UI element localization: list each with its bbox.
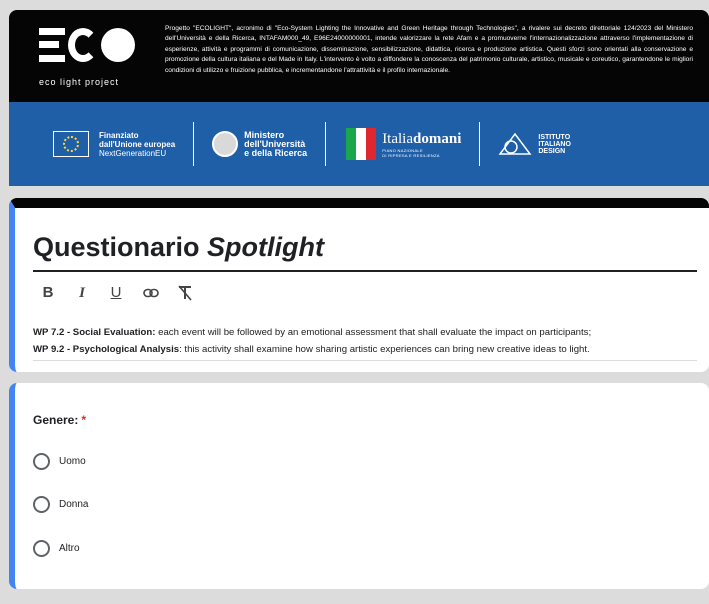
option-label: Uomo: [59, 456, 86, 467]
divider: [479, 122, 481, 166]
ministry-seal-icon: [212, 131, 239, 157]
form-title-card: Questionario Spotlight B I U WP 7.2 - So…: [9, 198, 709, 372]
link-button[interactable]: [143, 284, 159, 302]
form-description: WP 7.2 - Social Evaluation: each event w…: [33, 324, 697, 358]
title-main: Questionario: [33, 232, 208, 262]
eu-line2: dall'Unione europea: [99, 139, 176, 149]
italiadomani-partner-logo: Italiadomani PIANO NAZIONALE DI RIPRESA …: [344, 124, 461, 164]
link-icon: [143, 288, 159, 298]
iid-partner-logo: ISTITUTO ITALIANO DESIGN: [498, 132, 571, 156]
ministry-partner-logo: Ministero dell'Università e della Ricerc…: [212, 130, 308, 158]
italia-prefix: Italia: [382, 130, 414, 147]
iid-triangle-icon: [498, 132, 532, 155]
eco-logo-mark-icon: [39, 26, 155, 64]
eu-partner-logo: Finanziato dall'Unione europea NextGener…: [53, 131, 175, 158]
title-italic: Spotlight: [207, 232, 324, 262]
italia-suffix: domani: [413, 130, 462, 147]
underline-button[interactable]: U: [109, 284, 123, 302]
banner-top: eco light project Progetto "ECOLIGHT", a…: [9, 10, 709, 102]
italic-button[interactable]: I: [75, 284, 89, 302]
radio-option-altro[interactable]: Altro: [33, 540, 80, 557]
partner-logos: Finanziato dall'Unione europea NextGener…: [9, 102, 709, 186]
question-card-genere: Genere: * Uomo Donna Altro: [9, 383, 709, 589]
divider: [325, 122, 327, 166]
header-banner: eco light project Progetto "ECOLIGHT", a…: [9, 10, 709, 186]
iid-line2: ITALIANO: [538, 140, 571, 148]
bold-button[interactable]: B: [41, 284, 55, 302]
eu-flag-icon: [53, 131, 89, 157]
radio-button[interactable]: [33, 496, 50, 513]
description-underline: [33, 360, 697, 361]
iid-line3: DESIGN: [538, 147, 566, 155]
question-title: Genere: *: [33, 413, 86, 427]
format-toolbar: B I U: [41, 284, 192, 302]
eu-line3: NextGenerationEU: [99, 148, 167, 158]
eco-light-logo: eco light project: [9, 10, 155, 102]
italy-flag-icon: [344, 124, 378, 164]
clear-format-icon: [178, 285, 192, 301]
radio-option-uomo[interactable]: Uomo: [33, 453, 86, 470]
iid-line1: ISTITUTO: [538, 133, 571, 141]
divider: [193, 122, 195, 166]
title-underline: [33, 270, 697, 272]
required-asterisk: *: [81, 413, 87, 427]
desc1-text: each event will be followed by an emotio…: [155, 327, 592, 338]
eu-line1: Finanziato: [99, 130, 139, 140]
logo-text: eco light project: [39, 77, 120, 87]
radio-option-donna[interactable]: Donna: [33, 496, 88, 513]
min-line3: e della Ricerca: [244, 147, 308, 158]
desc2-text: : this activity shall examine how sharin…: [179, 344, 590, 355]
option-label: Altro: [59, 543, 80, 554]
italia-sub2: DI RIPRESA E RESILIENZA: [382, 152, 440, 158]
radio-button[interactable]: [33, 453, 50, 470]
radio-button[interactable]: [33, 540, 50, 557]
desc1-bold: WP 7.2 - Social Evaluation:: [33, 327, 156, 338]
option-label: Donna: [59, 499, 89, 510]
desc2-bold: WP 9.2 - Psychological Analysis: [33, 344, 180, 355]
clear-format-button[interactable]: [177, 284, 192, 302]
question-title-text: Genere:: [33, 413, 79, 427]
project-description: Progetto "ECOLIGHT", acronimo di "Eco-Sy…: [165, 25, 693, 74]
form-title[interactable]: Questionario Spotlight: [33, 232, 324, 263]
